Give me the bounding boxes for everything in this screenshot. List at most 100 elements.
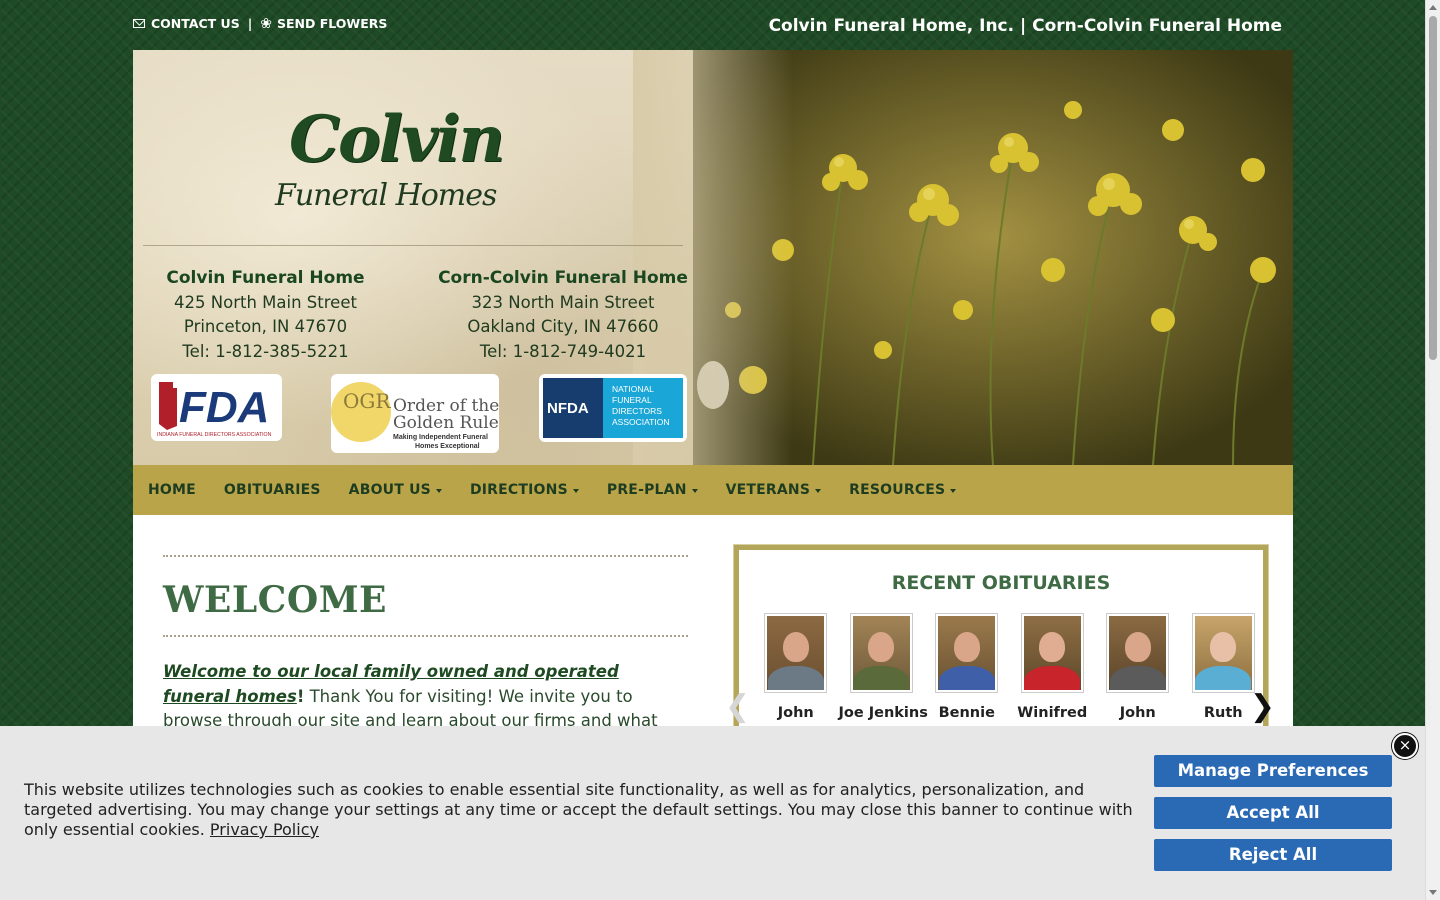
location-phone: Tel: 1-812-385-5221 [153,340,378,365]
logo-wordmark: Colvin [289,102,505,177]
caret-down-icon [815,488,822,493]
ogr-letters: OGR [343,389,391,413]
nav-label: RESOURCES [849,482,946,498]
obituary-card[interactable]: Winifred [1010,613,1096,721]
location-phone: Tel: 1-812-749-4021 [438,340,688,365]
flower-icon: ❀ [260,15,273,32]
nav-label: ABOUT US [348,482,431,498]
nav-directions[interactable]: DIRECTIONS [470,482,579,498]
logo-subtitle: Funeral Homes [275,178,497,213]
cookie-message: This website utilizes technologies such … [24,780,1139,840]
obituary-photo [935,613,999,693]
caret-down-icon [572,488,579,493]
scroll-down-icon[interactable] [1429,890,1437,895]
tel-label: Tel: [182,341,216,361]
ogr-logo: OGR Order of the Golden Rule Making Inde… [331,382,499,450]
ogr-tagline2: Homes Exceptional [415,443,480,450]
location-city: Princeton, IN 47670 [183,317,348,336]
obituary-photo [1191,613,1255,693]
ogr-badge[interactable]: OGR Order of the Golden Rule Making Inde… [331,374,499,453]
chevron-left-icon[interactable]: ❮ [725,692,750,722]
location-corn-colvin: Corn-Colvin Funeral Home 323 North Main … [438,266,688,364]
nfda-full-3: DIRECTORS [612,406,662,416]
nav-label: DIRECTIONS [469,482,568,498]
ifda-abbr: FDA [179,383,269,432]
ogr-line2: Golden Rule [393,413,499,433]
caret-down-icon [691,488,698,493]
obituary-photo [1106,613,1170,693]
location-colvin: Colvin Funeral Home 425 North Main Stree… [153,266,378,364]
chevron-right-icon[interactable]: ❯ [1250,692,1275,722]
location-name: Colvin Funeral Home [166,268,365,288]
close-icon[interactable]: × [1392,733,1418,759]
ifda-badge[interactable]: FDA INDIANA FUNERAL DIRECTORS ASSOCIATIO… [151,374,282,441]
obituary-card[interactable]: John [753,613,839,721]
obituary-name: Joe Jenkins [838,705,928,721]
nav-label: HOME [148,482,196,498]
welcome-heading: WELCOME [163,579,387,621]
cookie-banner: × This website utilizes technologies suc… [0,726,1425,900]
caret-down-icon [435,488,442,493]
ifda-logo: FDA INDIANA FUNERAL DIRECTORS ASSOCIATIO… [157,382,272,438]
obituary-photo [849,613,913,693]
header-banner: Colvin Funeral Homes Colvin Funeral Home… [133,50,1293,465]
ogr-tagline1: Making Independent Funeral [393,434,488,441]
obituary-name: John [777,705,814,721]
obituary-name: Winifred [1017,705,1088,721]
obituary-name: John [1119,705,1156,721]
nav-pre-plan[interactable]: PRE-PLAN [607,482,698,498]
ifda-full: INDIANA FUNERAL DIRECTORS ASSOCIATION [157,432,272,438]
top-bar: CONTACT US | ❀ SEND FLOWERS Colvin Funer… [133,0,1293,50]
mail-icon [133,19,145,28]
obituary-carousel: John Joe Jenkins Bennie Winifred John Ru… [753,613,1266,721]
nfda-badge[interactable]: NFDA NATIONAL FUNERAL DIRECTORS ASSOCIAT… [539,374,687,442]
nav-label: PRE-PLAN [606,482,687,498]
header-divider [143,245,683,246]
obituary-photo [764,613,828,693]
location-street: 425 North Main Street [174,292,357,312]
scrollbar-thumb[interactable] [1429,16,1437,360]
phone-link[interactable]: 1-812-385-5221 [215,342,348,361]
page-scrollbar[interactable] [1425,0,1440,900]
nfda-logo: NFDA NATIONAL FUNERAL DIRECTORS ASSOCIAT… [543,378,683,438]
contact-us-label: CONTACT US [151,16,240,31]
obituary-photo [1020,613,1084,693]
nav-veterans[interactable]: VETERANS [726,482,822,498]
cookie-text: This website utilizes technologies such … [24,780,1133,839]
obituary-card[interactable]: Bennie [924,613,1010,721]
colvin-logo[interactable]: Colvin Funeral Homes [275,102,565,222]
nav-obituaries[interactable]: OBITUARIES [224,482,321,498]
obituary-card[interactable]: John [1095,613,1181,721]
obituary-card[interactable]: Joe Jenkins [838,613,928,721]
phone-link[interactable]: 1-812-749-4021 [513,342,646,361]
dotted-divider-top [163,555,688,557]
obituary-name: Bennie [938,705,995,721]
main-nav: HOME OBITUARIES ABOUT US DIRECTIONS PRE-… [133,465,1293,515]
contact-us-link[interactable]: CONTACT US [133,16,240,31]
location-city: Oakland City, IN 47660 [467,317,659,336]
tel-label: Tel: [479,341,513,361]
nav-about-us[interactable]: ABOUT US [349,482,442,498]
nav-resources[interactable]: RESOURCES [849,482,957,498]
caret-down-icon [950,488,957,493]
privacy-policy-link[interactable]: Privacy Policy [210,820,319,839]
nfda-abbr: NFDA [547,400,589,417]
nfda-full-2: FUNERAL [612,395,652,405]
site-title: Colvin Funeral Home, Inc. | Corn-Colvin … [768,16,1282,36]
send-flowers-label: SEND FLOWERS [277,16,388,31]
nfda-full-1: NATIONAL [612,384,654,394]
nav-label: OBITUARIES [223,482,321,498]
obituaries-title: RECENT OBITUARIES [891,572,1111,594]
nav-home[interactable]: HOME [148,482,196,498]
send-flowers-link[interactable]: ❀ SEND FLOWERS [260,16,387,31]
nfda-full-4: ASSOCIATION [612,417,669,427]
scroll-up-icon[interactable] [1429,5,1437,10]
nav-label: VETERANS [725,482,811,498]
top-links: CONTACT US | ❀ SEND FLOWERS [133,16,387,31]
dotted-divider-bottom [163,635,688,637]
manage-preferences-button[interactable]: Manage Preferences [1154,755,1392,787]
accept-all-button[interactable]: Accept All [1154,797,1392,829]
separator: | [247,16,253,31]
location-street: 323 North Main Street [471,292,655,312]
reject-all-button[interactable]: Reject All [1154,839,1392,871]
